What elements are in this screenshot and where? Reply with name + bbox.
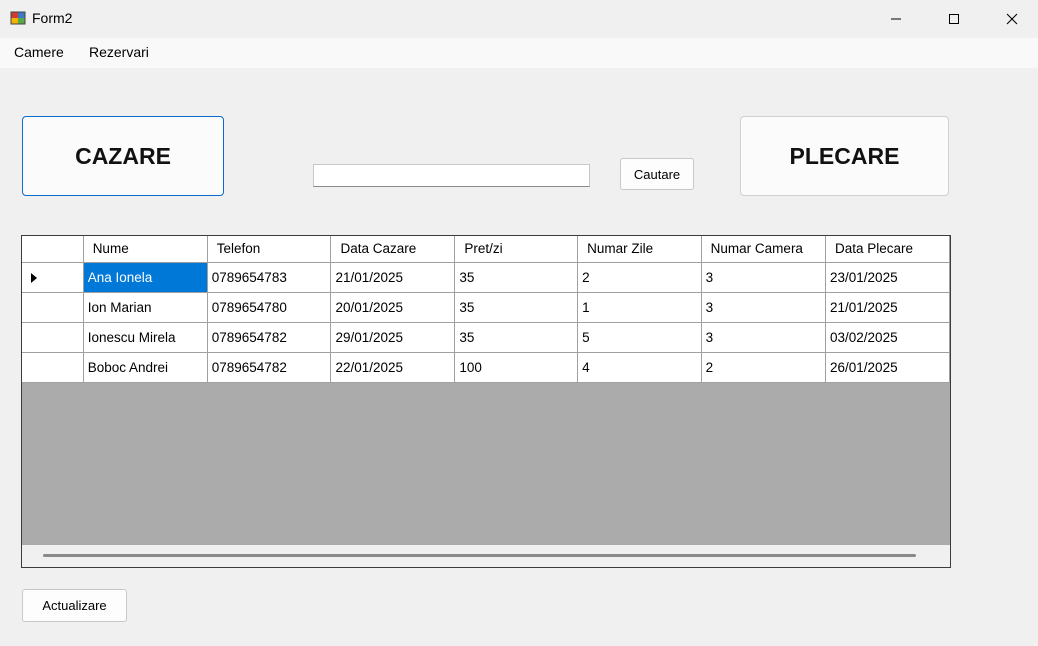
cell-telefon[interactable]: 0789654782 <box>207 322 332 353</box>
column-header-telefon[interactable]: Telefon <box>207 236 332 263</box>
cell-nume[interactable]: Ion Marian <box>83 292 208 323</box>
cell-data-cazare[interactable]: 29/01/2025 <box>330 322 456 353</box>
table-row[interactable]: Ion Marian 0789654780 20/01/2025 35 1 3 … <box>22 292 950 323</box>
maximize-button[interactable] <box>925 0 983 38</box>
search-input[interactable] <box>313 164 590 187</box>
cell-telefon[interactable]: 0789654782 <box>207 352 332 383</box>
column-header-numar-zile[interactable]: Numar Zile <box>577 236 702 263</box>
cell-numar-zile[interactable]: 5 <box>577 322 702 353</box>
cell-data-plecare[interactable]: 21/01/2025 <box>825 292 950 323</box>
table-row[interactable]: Ionescu Mirela 0789654782 29/01/2025 35 … <box>22 322 950 353</box>
reservations-table: Nume Telefon Data Cazare Pret/zi Numar Z… <box>22 236 950 383</box>
cell-data-plecare[interactable]: 03/02/2025 <box>825 322 950 353</box>
row-header[interactable] <box>22 262 84 293</box>
row-header[interactable] <box>22 292 84 323</box>
close-button[interactable] <box>983 0 1038 38</box>
header-row: Nume Telefon Data Cazare Pret/zi Numar Z… <box>22 236 950 263</box>
table-row[interactable]: Boboc Andrei 0789654782 22/01/2025 100 4… <box>22 352 950 383</box>
minimize-icon <box>891 18 901 20</box>
refresh-button[interactable]: Actualizare <box>22 589 127 622</box>
menu-camere[interactable]: Camere <box>14 44 64 60</box>
search-button[interactable]: Cautare <box>620 158 694 190</box>
column-header-nume[interactable]: Nume <box>83 236 208 263</box>
menu-bar: Camere Rezervari <box>0 38 1038 68</box>
cell-pret-zi[interactable]: 35 <box>454 262 579 293</box>
cell-data-cazare[interactable]: 20/01/2025 <box>330 292 456 323</box>
checkin-button[interactable]: CAZARE <box>22 116 224 196</box>
cell-nume[interactable]: Ana Ionela <box>83 262 208 293</box>
column-header-data-cazare[interactable]: Data Cazare <box>330 236 456 263</box>
cell-data-plecare[interactable]: 23/01/2025 <box>825 262 950 293</box>
column-header-data-plecare[interactable]: Data Plecare <box>825 236 950 263</box>
cell-numar-camera[interactable]: 3 <box>701 262 827 293</box>
column-header-numar-camera[interactable]: Numar Camera <box>701 236 827 263</box>
column-header-pret-zi[interactable]: Pret/zi <box>454 236 579 263</box>
cell-pret-zi[interactable]: 35 <box>454 322 579 353</box>
menu-rezervari[interactable]: Rezervari <box>89 44 149 60</box>
cell-numar-zile[interactable]: 4 <box>577 352 702 383</box>
current-row-icon <box>31 272 37 283</box>
table-row[interactable]: Ana Ionela 0789654783 21/01/2025 35 2 3 … <box>22 262 950 293</box>
cell-numar-camera[interactable]: 2 <box>701 352 827 383</box>
cell-telefon[interactable]: 0789654783 <box>207 262 332 293</box>
cell-nume[interactable]: Ionescu Mirela <box>83 322 208 353</box>
scrollbar-thumb[interactable] <box>43 554 916 557</box>
cell-nume[interactable]: Boboc Andrei <box>83 352 208 383</box>
corner-header <box>22 236 84 263</box>
cell-pret-zi[interactable]: 100 <box>454 352 579 383</box>
cell-numar-zile[interactable]: 1 <box>577 292 702 323</box>
checkout-button[interactable]: PLECARE <box>740 116 949 196</box>
cell-data-cazare[interactable]: 22/01/2025 <box>330 352 456 383</box>
horizontal-scrollbar[interactable] <box>22 545 950 567</box>
window-title: Form2 <box>32 10 73 26</box>
reservations-grid[interactable]: Nume Telefon Data Cazare Pret/zi Numar Z… <box>21 235 951 568</box>
row-header[interactable] <box>22 322 84 353</box>
cell-numar-zile[interactable]: 2 <box>577 262 702 293</box>
cell-data-cazare[interactable]: 21/01/2025 <box>330 262 456 293</box>
maximize-icon <box>949 14 959 24</box>
cell-numar-camera[interactable]: 3 <box>701 292 827 323</box>
app-icon <box>10 11 26 25</box>
cell-data-plecare[interactable]: 26/01/2025 <box>825 352 950 383</box>
cell-numar-camera[interactable]: 3 <box>701 322 827 353</box>
title-bar: Form2 <box>0 0 1038 38</box>
row-header[interactable] <box>22 352 84 383</box>
cell-telefon[interactable]: 0789654780 <box>207 292 332 323</box>
cell-pret-zi[interactable]: 35 <box>454 292 579 323</box>
minimize-button[interactable] <box>867 0 925 38</box>
close-icon <box>1006 13 1018 25</box>
